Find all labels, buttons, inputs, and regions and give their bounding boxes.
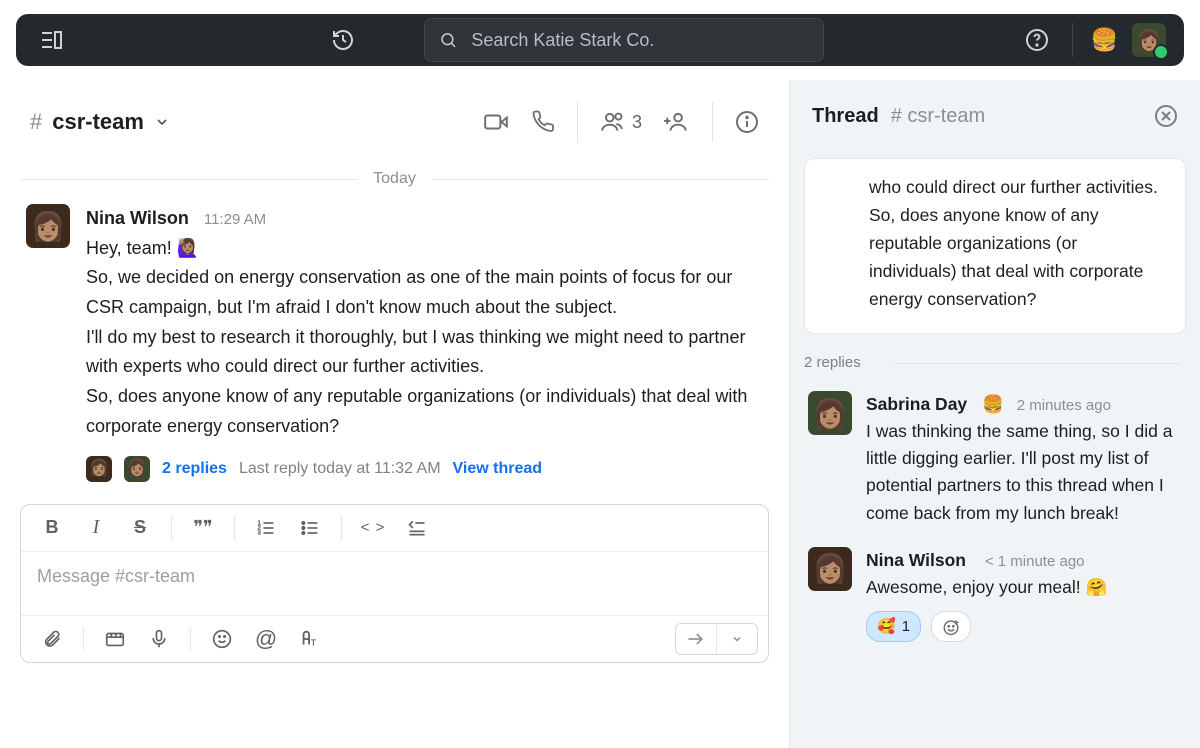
composer-input[interactable]: [21, 552, 768, 610]
channel-pane: # csr-team 3 Today 👩🏽: [0, 80, 790, 748]
reaction[interactable]: 🥰 1: [866, 611, 921, 642]
user-avatar[interactable]: 👩🏽: [1132, 23, 1166, 57]
italic-button[interactable]: I: [75, 511, 117, 545]
audio-clip-icon[interactable]: [138, 622, 180, 656]
search-input[interactable]: [469, 29, 809, 52]
ordered-list-button[interactable]: 123: [245, 511, 287, 545]
divider: [712, 102, 713, 142]
thread-reply: 👩🏽 Nina Wilson < 1 minute ago Awesome, e…: [790, 537, 1200, 653]
video-call-icon[interactable]: [483, 109, 509, 135]
thread-original-message: who could direct our further activities.…: [804, 158, 1186, 334]
members-count: 3: [632, 112, 642, 133]
reply-time: 2 minutes ago: [1017, 397, 1111, 414]
reply-status-emoji: 🍔: [982, 394, 1004, 414]
send-button[interactable]: [676, 624, 716, 654]
message-time: 11:29 AM: [204, 211, 266, 228]
hash-icon: #: [30, 109, 42, 135]
history-icon[interactable]: [326, 23, 360, 57]
message-avatar[interactable]: 👩🏽: [26, 204, 70, 248]
last-reply-time: Last reply today at 11:32 AM: [239, 456, 441, 482]
reply-avatar: 👩🏽: [86, 456, 112, 482]
topbar: 🍔 👩🏽: [0, 0, 1200, 80]
close-thread-icon[interactable]: [1154, 104, 1178, 128]
search-icon: [439, 30, 457, 50]
codeblock-button[interactable]: [396, 511, 438, 545]
channel-header: # csr-team 3: [0, 80, 789, 164]
bold-button[interactable]: B: [31, 511, 73, 545]
info-icon[interactable]: [735, 110, 759, 134]
channel-name: csr-team: [52, 109, 144, 135]
thread-panel: Thread # csr-team who could direct our f…: [790, 80, 1200, 748]
date-divider: Today: [0, 170, 789, 188]
sidebar-toggle-icon[interactable]: [34, 23, 68, 57]
reply-avatar: 👩🏽: [124, 456, 150, 482]
strike-button[interactable]: S: [119, 511, 161, 545]
main: # csr-team 3 Today 👩🏽: [0, 80, 1200, 748]
message: 👩🏽 Nina Wilson 11:29 AM Hey, team! 🙋🏽‍♀️…: [0, 204, 789, 482]
add-reaction-icon[interactable]: [931, 611, 971, 642]
emoji-picker-icon[interactable]: [201, 622, 243, 656]
help-icon[interactable]: [1020, 23, 1054, 57]
svg-text:3: 3: [258, 531, 261, 537]
thread-label: Thread: [812, 105, 879, 128]
message-author[interactable]: Nina Wilson: [86, 204, 189, 234]
add-member-icon[interactable]: [664, 109, 690, 135]
quote-button[interactable]: ❞❞: [182, 511, 224, 545]
send-button-group: [675, 623, 758, 655]
channel-actions: 3: [483, 102, 759, 142]
mention-icon[interactable]: @: [245, 622, 287, 656]
attach-icon[interactable]: [31, 622, 73, 656]
thread-reply: 👩🏽 Sabrina Day 🍔 2 minutes ago I was thi…: [790, 381, 1200, 537]
members-button[interactable]: 3: [600, 109, 642, 135]
reply-time: < 1 minute ago: [985, 553, 1085, 570]
message-text: Hey, team! 🙋🏽‍♀️ So, we decided on energ…: [86, 234, 763, 442]
format-toggle-icon[interactable]: T: [289, 622, 331, 656]
video-clip-icon[interactable]: [94, 622, 136, 656]
topbar-inner: 🍔 👩🏽: [16, 14, 1184, 66]
replies-divider: 2 replies: [804, 354, 1186, 371]
thread-summary[interactable]: 👩🏽 👩🏽 2 replies Last reply today at 11:3…: [86, 456, 763, 482]
reply-author[interactable]: Nina Wilson: [866, 547, 966, 574]
action-toolbar: @ T: [21, 615, 768, 662]
divider: [577, 102, 578, 142]
thread-header: Thread # csr-team: [790, 80, 1200, 152]
channel-name-dropdown[interactable]: # csr-team: [30, 109, 170, 135]
reactions: 🥰 1: [866, 611, 1182, 642]
search-bar[interactable]: [424, 18, 824, 62]
divider: [1072, 23, 1073, 57]
send-options-button[interactable]: [717, 624, 757, 654]
reply-avatar[interactable]: 👩🏽: [808, 547, 852, 591]
phone-call-icon[interactable]: [531, 110, 555, 134]
reply-avatar[interactable]: 👩🏽: [808, 391, 852, 435]
chevron-down-icon: [154, 114, 170, 130]
status-emoji[interactable]: 🍔: [1091, 27, 1118, 53]
code-button[interactable]: < >: [352, 511, 394, 545]
reply-text: Awesome, enjoy your meal! 🤗: [866, 574, 1182, 601]
thread-channel[interactable]: # csr-team: [891, 105, 985, 128]
reply-author[interactable]: Sabrina Day: [866, 391, 967, 418]
view-thread-link[interactable]: View thread: [453, 456, 543, 482]
format-toolbar: B I S ❞❞ 123 < >: [21, 505, 768, 552]
svg-text:T: T: [311, 638, 316, 647]
reply-text: I was thinking the same thing, so I did …: [866, 418, 1182, 527]
replies-count[interactable]: 2 replies: [162, 456, 227, 482]
unordered-list-button[interactable]: [289, 511, 331, 545]
composer: B I S ❞❞ 123 < > @ T: [20, 504, 769, 663]
